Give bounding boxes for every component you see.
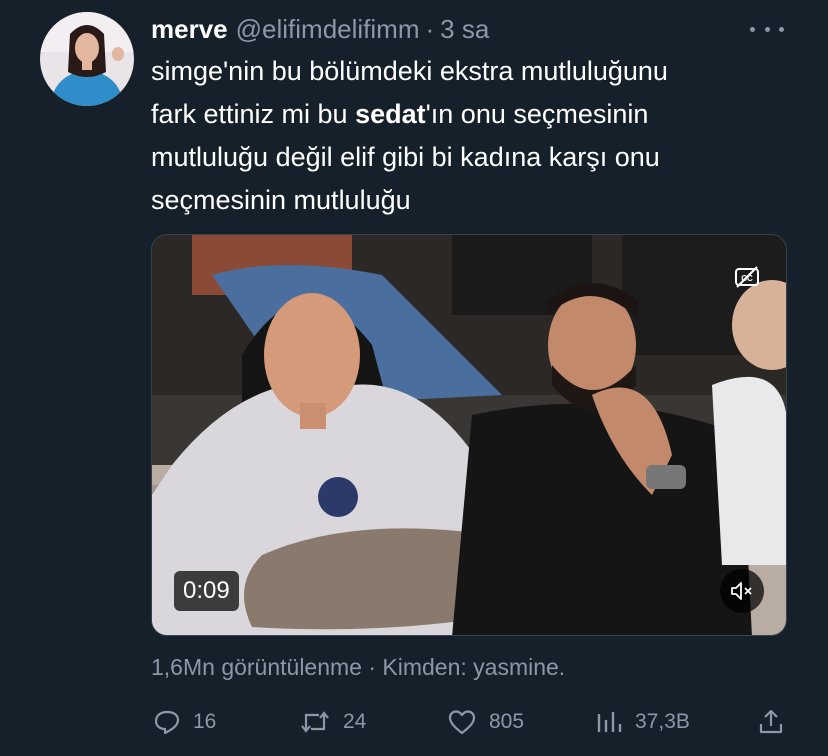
like-count: 805 bbox=[489, 710, 525, 733]
closed-captions-off-icon[interactable]: CC bbox=[734, 265, 760, 289]
tweet-card: merve @elifimdelifimm · 3 sa simge'nin b… bbox=[0, 0, 828, 756]
tweet-line: fark ettiniz mi bu sedat'ın onu seçmesin… bbox=[151, 93, 791, 136]
share-button[interactable] bbox=[757, 702, 785, 742]
retweet-button[interactable]: 24 bbox=[299, 702, 366, 742]
tweet-line: simge'nin bu bölümdeki ekstra mutluluğun… bbox=[151, 56, 668, 86]
heart-icon bbox=[448, 710, 476, 735]
video-frame bbox=[152, 235, 786, 635]
more-dot bbox=[764, 26, 770, 32]
tweet-text: simge'nin bu bölümdeki ekstra mutluluğun… bbox=[151, 50, 791, 222]
more-dot bbox=[750, 26, 755, 32]
avatar[interactable] bbox=[40, 12, 134, 106]
share-icon bbox=[759, 709, 783, 734]
impression-count: 37,3B bbox=[635, 710, 690, 733]
tweet-text-segment: fark ettiniz mi bu bbox=[151, 99, 356, 129]
view-count-source: 1,6Mn görüntülenme · Kimden: yasmine. bbox=[151, 654, 566, 680]
more-dot bbox=[779, 26, 784, 32]
like-button[interactable]: 805 bbox=[447, 702, 524, 742]
user-handle[interactable]: @elifimdelifimm bbox=[236, 14, 420, 45]
action-bar: 16 24 805 37,3B bbox=[151, 702, 791, 742]
video-timecode: 0:09 bbox=[174, 571, 239, 611]
analytics-button[interactable]: 37,3B bbox=[595, 702, 690, 742]
reply-count: 16 bbox=[193, 710, 217, 733]
more-options-icon[interactable] bbox=[750, 16, 784, 42]
separator-dot: · bbox=[425, 13, 435, 44]
tweet-header: merve @elifimdelifimm · 3 sa bbox=[151, 12, 489, 46]
tweet-bold-word: sedat bbox=[355, 99, 426, 129]
display-name[interactable]: merve bbox=[151, 14, 228, 45]
retweet-count: 24 bbox=[343, 710, 367, 733]
reply-button[interactable]: 16 bbox=[153, 702, 216, 742]
avatar-image bbox=[40, 12, 134, 106]
speaker-muted-icon bbox=[731, 582, 752, 600]
mute-button[interactable] bbox=[720, 569, 764, 613]
timestamp[interactable]: 3 sa bbox=[440, 14, 489, 45]
reply-icon bbox=[154, 710, 180, 735]
tweet-line: seçmesinin mutluluğu bbox=[151, 185, 411, 215]
video-player[interactable]: CC 0:09 bbox=[151, 234, 787, 636]
analytics-bar-icon bbox=[597, 712, 622, 732]
retweet-icon bbox=[301, 711, 329, 733]
cc-svg: CC bbox=[735, 266, 759, 288]
tweet-text-segment: 'ın onu seçmesinin bbox=[425, 99, 649, 129]
tweet-line: mutluluğu değil elif gibi bi kadına karş… bbox=[151, 142, 660, 172]
